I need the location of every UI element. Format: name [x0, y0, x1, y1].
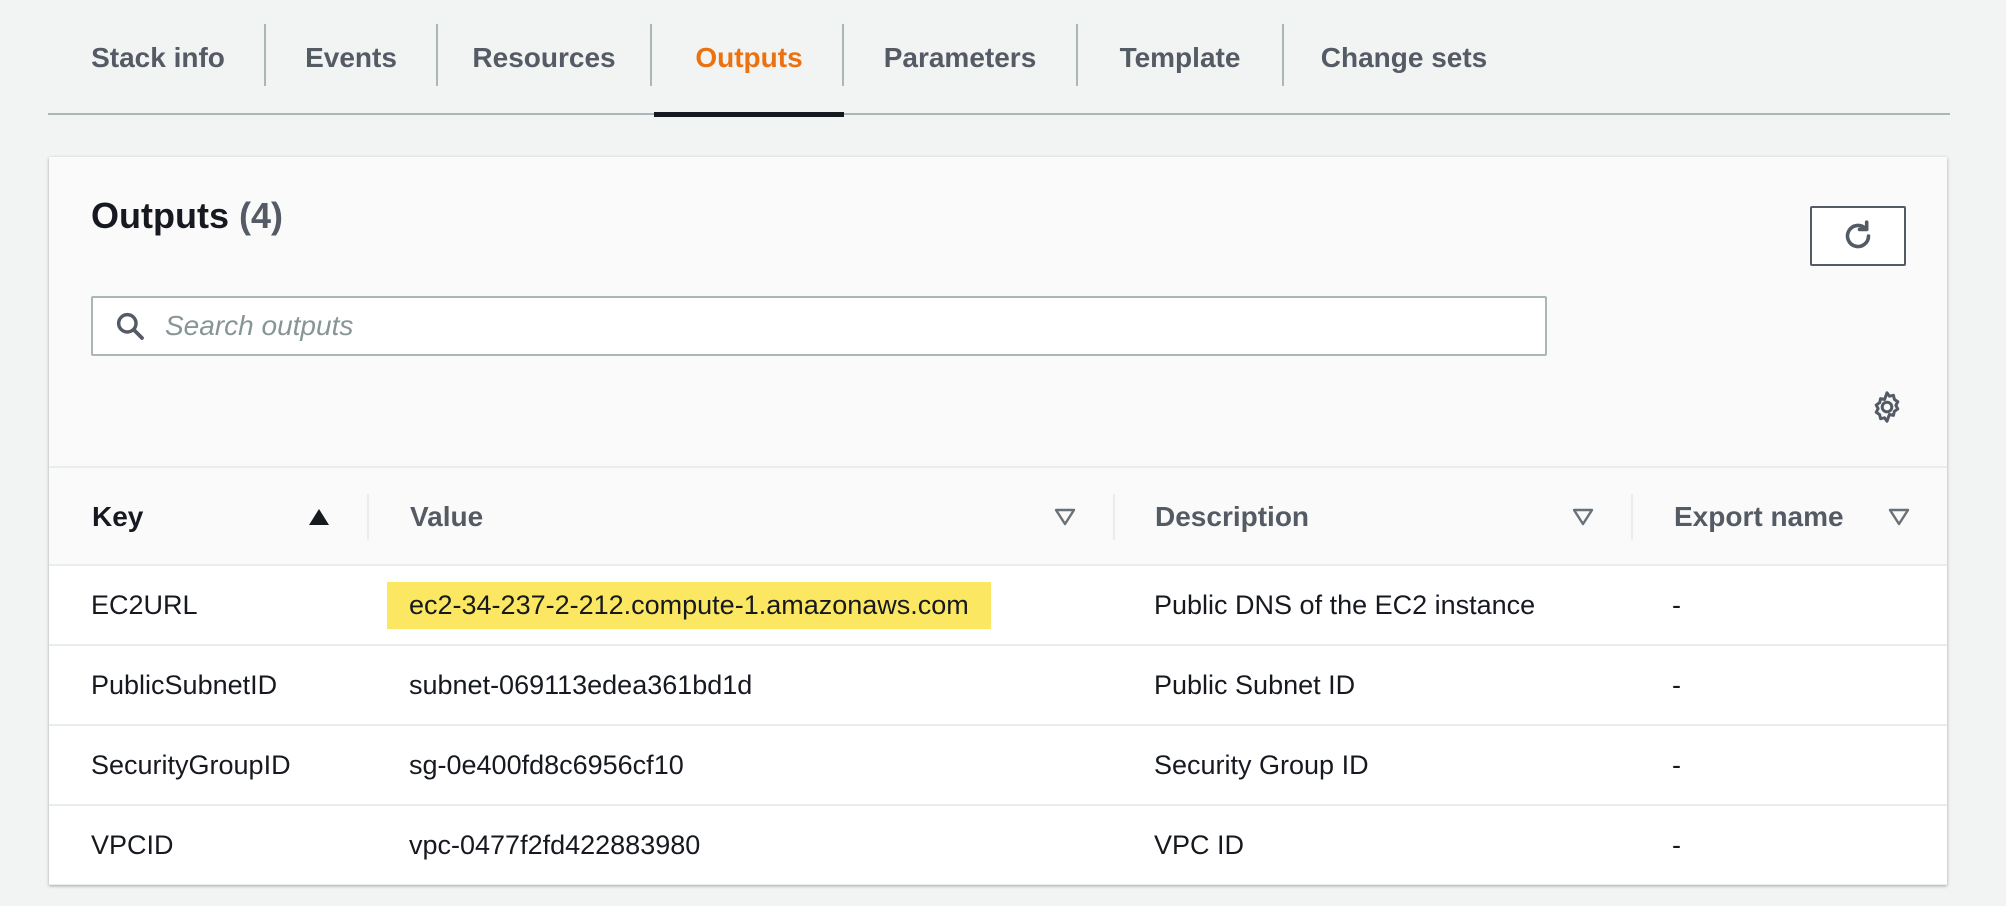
refresh-icon	[1845, 220, 1871, 249]
cell-value: vpc-0477f2fd422883980	[409, 829, 701, 860]
table-row: PublicSubnetID subnet-069113edea361bd1d …	[49, 646, 1947, 726]
column-divider	[1113, 494, 1115, 540]
sort-ascending-icon[interactable]	[307, 468, 331, 566]
search-icon	[113, 309, 147, 343]
highlighted-value: ec2-34-237-2-212.compute-1.amazonaws.com	[387, 581, 991, 629]
cell-value: ec2-34-237-2-212.compute-1.amazonaws.com	[387, 566, 991, 644]
table-row: VPCID vpc-0477f2fd422883980 VPC ID -	[49, 806, 1947, 885]
cell-export-name: -	[1672, 589, 1681, 620]
search-field	[91, 296, 1547, 356]
table-row: EC2URL ec2-34-237-2-212.compute-1.amazon…	[49, 566, 1947, 646]
tab-parameters[interactable]: Parameters	[844, 0, 1076, 115]
tab-outputs[interactable]: Outputs	[654, 0, 844, 117]
gear-icon	[1874, 391, 1900, 423]
column-divider	[367, 494, 369, 540]
cell-value: subnet-069113edea361bd1d	[409, 669, 753, 700]
panel-title: Outputs (4)	[91, 195, 283, 237]
column-divider	[1631, 494, 1633, 540]
tab-resources[interactable]: Resources	[438, 0, 650, 115]
search-input[interactable]	[163, 309, 1463, 343]
cell-key: SecurityGroupID	[91, 749, 291, 780]
column-header-export-name[interactable]: Export name	[1674, 468, 1844, 566]
column-header-value[interactable]: Value	[410, 468, 483, 566]
tab-stack-info[interactable]: Stack info	[48, 0, 268, 115]
column-header-key[interactable]: Key	[92, 468, 143, 566]
tab-bar: Stack info Events Resources Outputs Para…	[48, 0, 1950, 117]
cell-key: EC2URL	[91, 589, 198, 620]
tab-divider	[650, 24, 652, 86]
cell-export-name: -	[1672, 829, 1681, 860]
table-header: Key Value Description Export name	[49, 466, 1947, 566]
tab-events[interactable]: Events	[266, 0, 436, 115]
cell-key: VPCID	[91, 829, 174, 860]
cell-description: Public Subnet ID	[1154, 669, 1356, 700]
outputs-table: Key Value Description Export name EC2URL	[49, 466, 1947, 885]
cell-key: PublicSubnetID	[91, 669, 278, 700]
table-settings-button[interactable]	[1867, 387, 1907, 427]
outputs-panel: Outputs (4) Key Value	[49, 157, 1947, 885]
cell-value: sg-0e400fd8c6956cf10	[409, 749, 684, 780]
tab-change-sets[interactable]: Change sets	[1284, 0, 1524, 115]
cell-description: VPC ID	[1154, 829, 1245, 860]
refresh-button[interactable]	[1810, 206, 1906, 266]
table-row: SecurityGroupID sg-0e400fd8c6956cf10 Sec…	[49, 726, 1947, 806]
cell-description: Security Group ID	[1154, 749, 1369, 780]
cell-description: Public DNS of the EC2 instance	[1154, 589, 1536, 620]
panel-title-text: Outputs	[91, 195, 229, 236]
cell-export-name: -	[1672, 749, 1681, 780]
outputs-count: (4)	[239, 195, 283, 236]
column-header-description[interactable]: Description	[1155, 468, 1309, 566]
sort-caret-icon[interactable]	[1887, 468, 1911, 566]
sort-caret-icon[interactable]	[1053, 468, 1077, 566]
sort-caret-icon[interactable]	[1571, 468, 1595, 566]
cell-export-name: -	[1672, 669, 1681, 700]
tab-template[interactable]: Template	[1078, 0, 1282, 115]
